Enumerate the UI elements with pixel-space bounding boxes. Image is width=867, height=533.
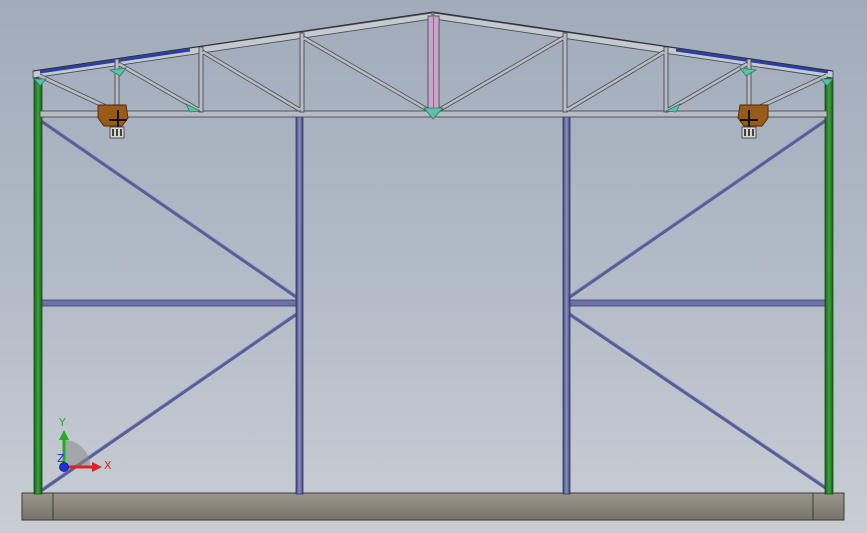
- truss-vertical-4[interactable]: [562, 32, 568, 113]
- mid-girts[interactable]: [41, 299, 827, 307]
- coordinate-triad[interactable]: Y X Z: [57, 416, 112, 472]
- column-left[interactable]: [33, 77, 43, 495]
- truss-vertical-6[interactable]: [746, 58, 752, 113]
- triad-z-label: Z: [57, 452, 65, 465]
- column-right[interactable]: [824, 77, 834, 495]
- truss-vertical-2[interactable]: [198, 46, 204, 113]
- girt-left[interactable]: [41, 299, 299, 307]
- main-columns[interactable]: [33, 77, 834, 495]
- truss-vertical-5[interactable]: [663, 46, 669, 113]
- steel-frame-elevation-drawing[interactable]: Y X Z: [0, 0, 867, 533]
- brace-right-lower[interactable]: [567, 311, 827, 490]
- foundation-slab[interactable]: [21, 492, 845, 521]
- crane-bracket-right[interactable]: [737, 104, 769, 139]
- door-posts[interactable]: [295, 115, 571, 495]
- brace-left-upper[interactable]: [39, 118, 299, 300]
- truss-vertical-1[interactable]: [114, 58, 120, 113]
- roof-truss[interactable]: [32, 11, 834, 120]
- girt-right[interactable]: [569, 299, 827, 307]
- purlin-right[interactable]: [675, 48, 829, 74]
- cad-graphics-viewport[interactable]: Y X Z: [0, 0, 867, 533]
- door-post-left[interactable]: [295, 115, 304, 495]
- brace-right-upper[interactable]: [567, 118, 827, 300]
- triad-x-label: X: [104, 459, 112, 472]
- triad-y-label: Y: [58, 416, 66, 429]
- crane-bracket-left[interactable]: [97, 104, 129, 139]
- truss-vertical-3[interactable]: [299, 32, 305, 113]
- door-post-right[interactable]: [562, 115, 571, 495]
